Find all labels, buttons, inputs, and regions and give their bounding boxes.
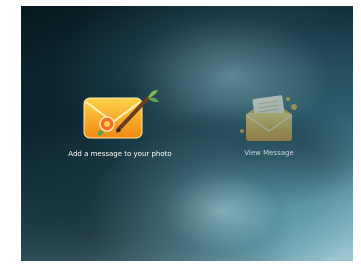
envelope-with-pen-icon [83,90,159,139]
add-message-label: Add a message to your photo [68,150,172,158]
photo-frame-screen: Add a message to your photo View Message [21,6,353,261]
open-envelope-letter-icon [240,95,297,141]
view-message-option[interactable]: View Message [229,91,309,158]
view-message-label: View Message [244,149,294,157]
add-message-option[interactable]: Add a message to your photo [65,86,175,159]
